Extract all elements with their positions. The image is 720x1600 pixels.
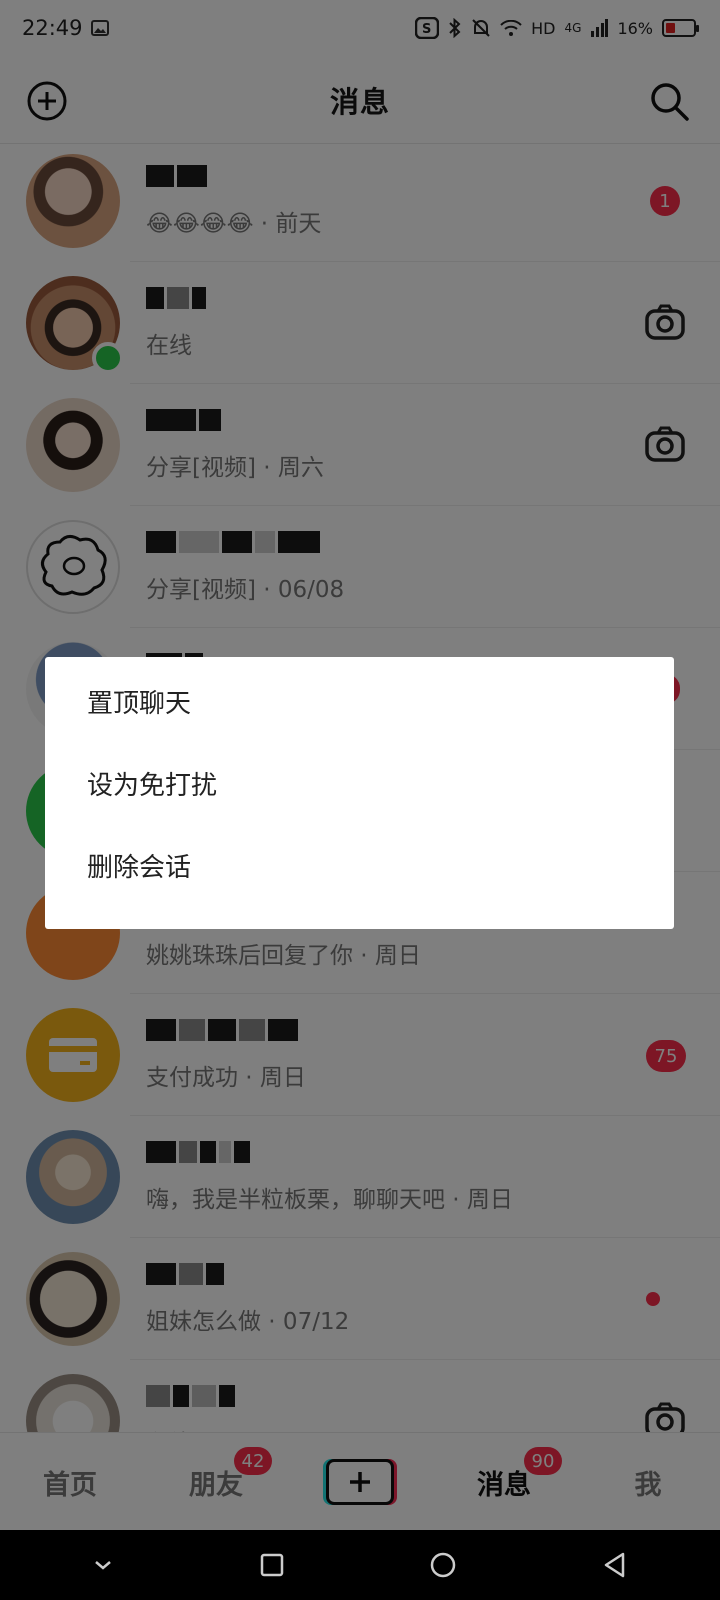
context-menu: 置顶聊天 设为免打扰 删除会话: [45, 657, 674, 929]
menu-item-mute[interactable]: 设为免打扰: [45, 745, 674, 827]
back-triangle-icon[interactable]: [602, 1551, 628, 1579]
recent-apps-icon[interactable]: [259, 1552, 285, 1578]
menu-item-pin-chat[interactable]: 置顶聊天: [45, 663, 674, 745]
chevron-down-icon[interactable]: [92, 1558, 114, 1572]
home-circle-icon[interactable]: [429, 1551, 457, 1579]
menu-item-delete-conversation[interactable]: 删除会话: [45, 827, 674, 909]
system-navigation-bar: [0, 1530, 720, 1600]
